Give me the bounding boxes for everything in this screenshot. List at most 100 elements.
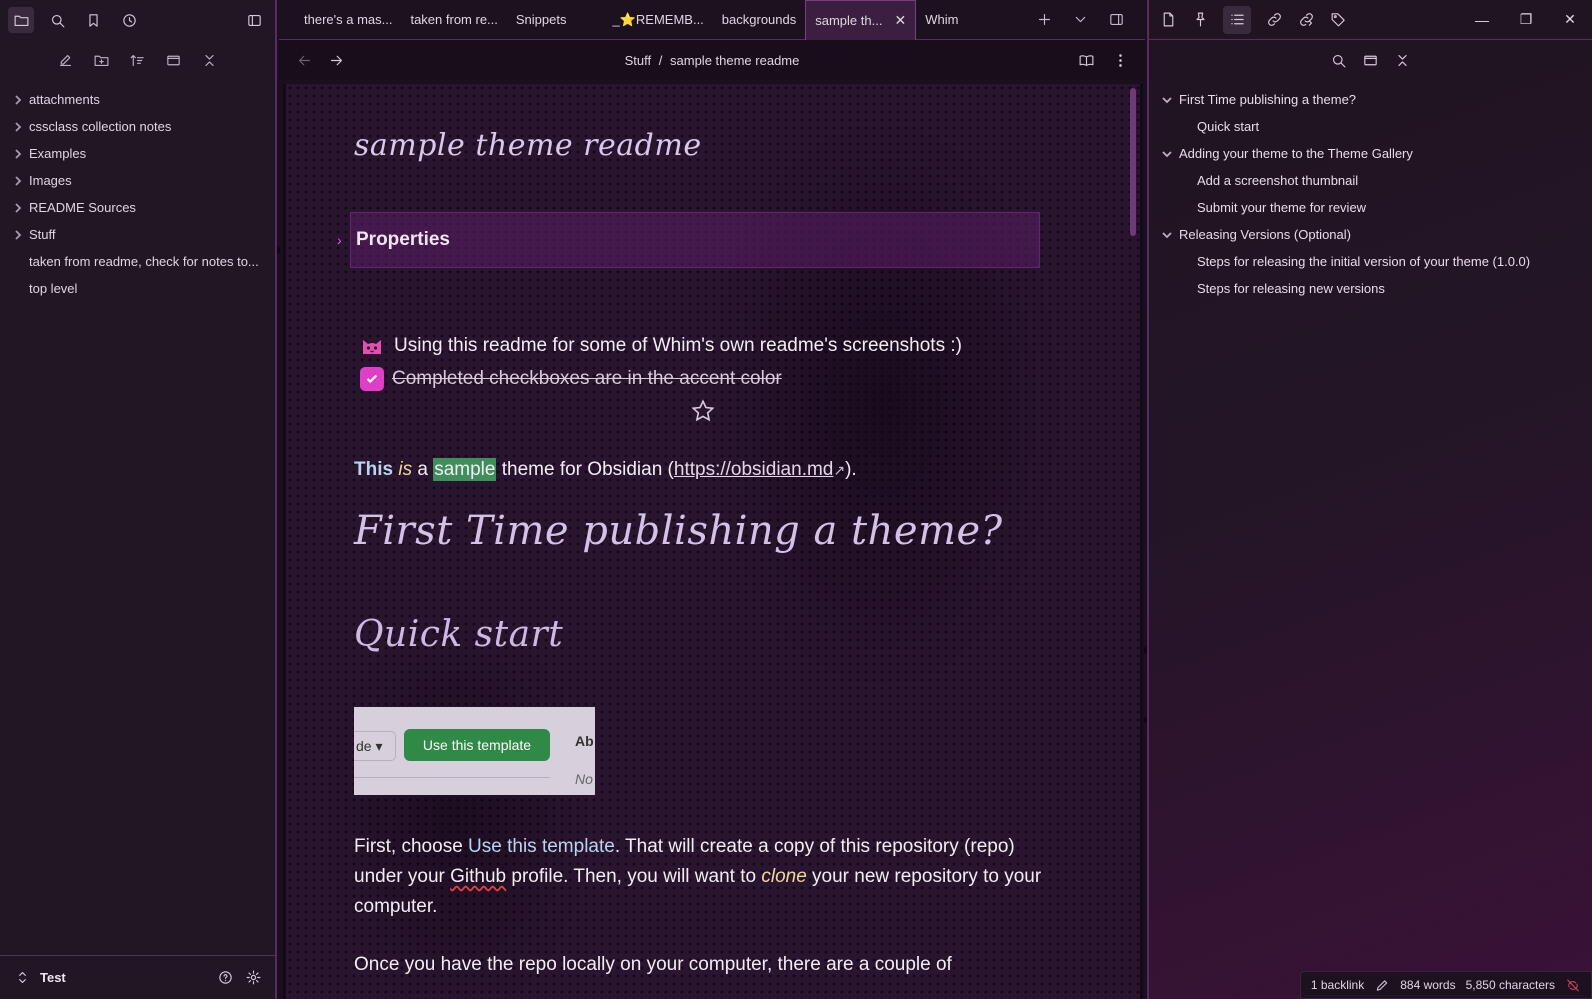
- sync-off-icon[interactable]: [1565, 977, 1581, 993]
- tab[interactable]: taken from re...: [401, 0, 506, 40]
- left-ribbon: [0, 0, 275, 40]
- tree-folder-images[interactable]: Images: [0, 167, 275, 194]
- tab-active[interactable]: sample th... ✕: [805, 0, 917, 40]
- tree-folder-examples[interactable]: Examples: [0, 140, 275, 167]
- more-options-icon[interactable]: [1111, 51, 1129, 69]
- tree-file-taken-from-readme[interactable]: taken from readme, check for notes to...: [0, 248, 275, 275]
- backlinks-icon[interactable]: [1265, 11, 1283, 29]
- chevron-down-icon[interactable]: [1071, 11, 1089, 29]
- collapse-all-icon[interactable]: [199, 49, 221, 71]
- outline-list-icon[interactable]: [1223, 5, 1251, 34]
- tree-file-top-level[interactable]: top level: [0, 275, 275, 302]
- image-about-text: Ab: [575, 733, 594, 749]
- bookmark-icon[interactable]: [80, 7, 106, 33]
- outline-item[interactable]: Quick start: [1149, 113, 1592, 140]
- search-icon[interactable]: [1330, 51, 1348, 69]
- breadcrumb-note[interactable]: sample theme readme: [670, 53, 799, 68]
- note-title[interactable]: sample theme readme: [354, 128, 702, 163]
- file-tree: attachments cssclass collection notes Ex…: [0, 80, 275, 302]
- vault-switcher[interactable]: Test: [0, 955, 275, 999]
- edit-pencil-icon[interactable]: [1374, 977, 1390, 993]
- folder-icon[interactable]: [8, 7, 34, 33]
- tree-folder-attachments[interactable]: attachments: [0, 86, 275, 113]
- new-note-icon[interactable]: [55, 49, 77, 71]
- sidebar-toggle-icon[interactable]: [241, 7, 267, 33]
- settings-gear-icon[interactable]: [243, 968, 263, 988]
- search-icon[interactable]: [44, 7, 70, 33]
- chevron-down-icon[interactable]: [1161, 94, 1173, 106]
- chevron-right-icon[interactable]: ›: [337, 232, 342, 248]
- close-icon[interactable]: ✕: [894, 12, 906, 29]
- close-window-icon[interactable]: ✕: [1548, 0, 1592, 40]
- cat-line: Using this readme for some of Whim's own…: [360, 334, 962, 358]
- plus-icon[interactable]: [1035, 11, 1053, 29]
- back-arrow-icon[interactable]: [295, 51, 313, 69]
- file-icon[interactable]: [1159, 11, 1177, 29]
- tab-label: there's a mas...: [304, 12, 393, 27]
- collapse-view-icon[interactable]: [1362, 51, 1380, 69]
- minimize-icon[interactable]: —: [1460, 0, 1504, 40]
- outline-item[interactable]: Adding your theme to the Theme Gallery: [1149, 140, 1592, 167]
- paragraph-first-choose: First, choose Use this template. That wi…: [354, 832, 1054, 922]
- right-sidebar-toggle-icon[interactable]: [1107, 11, 1125, 29]
- chevron-right-icon: [12, 202, 24, 214]
- outline-item[interactable]: Releasing Versions (Optional): [1149, 221, 1592, 248]
- outline-item[interactable]: Steps for releasing new versions: [1149, 275, 1592, 302]
- reading-view-book-icon[interactable]: [1077, 51, 1095, 69]
- outline-item[interactable]: Steps for releasing the initial version …: [1149, 248, 1592, 275]
- tab[interactable]: Whim: [916, 0, 967, 40]
- properties-section[interactable]: › Properties: [337, 212, 1040, 268]
- para1-use-template: Use this template: [468, 836, 615, 857]
- help-icon[interactable]: [215, 968, 235, 988]
- outline-item[interactable]: Submit your theme for review: [1149, 194, 1592, 221]
- tree-folder-stuff[interactable]: Stuff: [0, 221, 275, 248]
- explorer-toolbar: [0, 40, 275, 80]
- chevron-down-icon[interactable]: [1161, 229, 1173, 241]
- status-bar: 1 backlink 884 words 5,850 characters: [1299, 971, 1592, 999]
- properties-label: Properties: [356, 229, 450, 250]
- cat-face-icon: [363, 340, 381, 354]
- outline-item-label: Steps for releasing the initial version …: [1197, 254, 1531, 269]
- restore-icon[interactable]: ❐: [1504, 0, 1548, 40]
- star-icon: [690, 398, 716, 424]
- tab-actions: [1035, 11, 1145, 29]
- completed-task-line: Completed checkboxes are in the accent c…: [360, 367, 782, 391]
- outline-item[interactable]: Add a screenshot thumbnail: [1149, 167, 1592, 194]
- clock-icon[interactable]: [116, 7, 142, 33]
- cat-line-text: Using this readme for some of Whim's own…: [394, 335, 962, 356]
- intro-end: ).: [845, 459, 857, 480]
- outline-list: First Time publishing a theme? Quick sta…: [1149, 80, 1592, 302]
- intro-this: This: [354, 459, 394, 480]
- tags-icon[interactable]: [1329, 11, 1347, 29]
- intro-a: a: [417, 459, 428, 480]
- editor-pane[interactable]: sample theme readme › Properties Using t…: [283, 84, 1143, 999]
- collapse-all-icon[interactable]: [1394, 51, 1412, 69]
- outgoing-links-icon[interactable]: [1297, 11, 1315, 29]
- tree-folder-cssclass[interactable]: cssclass collection notes: [0, 113, 275, 140]
- breadcrumb-folder[interactable]: Stuff: [625, 53, 652, 68]
- sort-icon[interactable]: [127, 49, 149, 71]
- nav-buttons: [295, 51, 345, 69]
- pin-icon[interactable]: [1191, 11, 1209, 29]
- external-link[interactable]: https://obsidian.md: [674, 459, 833, 480]
- forward-arrow-icon[interactable]: [327, 51, 345, 69]
- tab[interactable]: backgrounds: [713, 0, 805, 40]
- new-folder-icon[interactable]: [91, 49, 113, 71]
- editor-scrollbar[interactable]: [1130, 88, 1136, 236]
- outline-item[interactable]: First Time publishing a theme?: [1149, 86, 1592, 113]
- tab-label: backgrounds: [721, 12, 797, 27]
- tab[interactable]: Snippets: [507, 0, 576, 40]
- task-checkbox[interactable]: [360, 367, 384, 391]
- collapse-view-icon[interactable]: [163, 49, 185, 71]
- chevron-down-icon[interactable]: [1161, 148, 1173, 160]
- right-ribbon: — ❐ ✕: [1149, 0, 1592, 40]
- tree-item-label: Stuff: [29, 227, 56, 242]
- tree-folder-readme-sources[interactable]: README Sources: [0, 194, 275, 221]
- left-sidebar: attachments cssclass collection notes Ex…: [0, 0, 277, 999]
- outline-item-label: Steps for releasing new versions: [1197, 281, 1385, 296]
- tree-item-label: Examples: [29, 146, 87, 161]
- tab[interactable]: there's a mas...: [295, 0, 401, 40]
- window-controls: — ❐ ✕: [1460, 0, 1592, 40]
- backlink-count[interactable]: 1 backlink: [1311, 978, 1364, 992]
- tab[interactable]: _⭐REMEMB...: [603, 0, 712, 40]
